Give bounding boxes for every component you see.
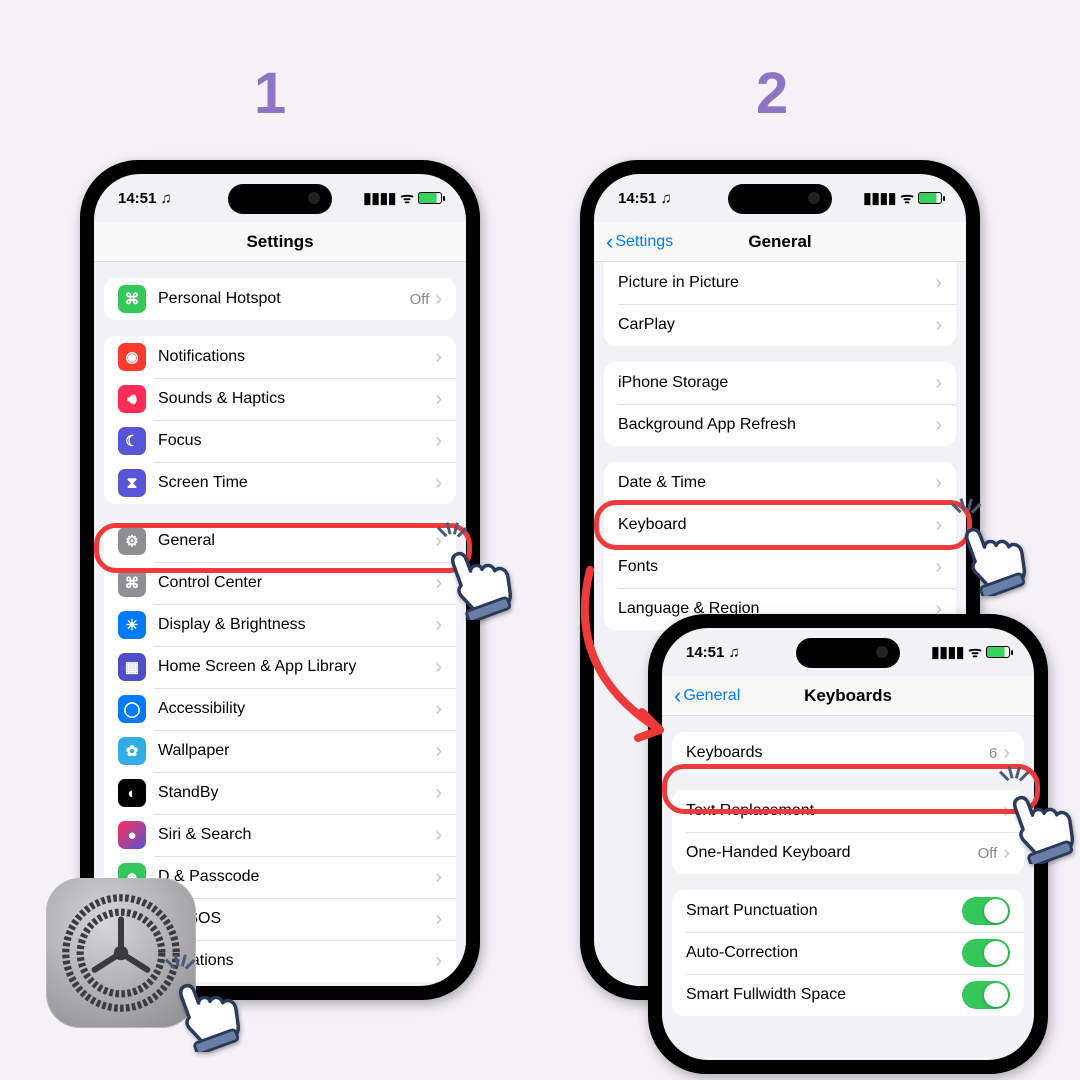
- row-siri[interactable]: ●Siri & Search›: [104, 814, 456, 856]
- grid-icon: ▦: [118, 653, 146, 681]
- wifi-icon: ᯤ: [400, 188, 414, 208]
- headphone-icon: ♫: [161, 190, 172, 207]
- sliders-icon: ⌘: [118, 569, 146, 597]
- bell-icon: ◉: [118, 343, 146, 371]
- link-icon: ⌘: [118, 285, 146, 313]
- row-one-handed[interactable]: One-Handed KeyboardOff›: [672, 832, 1024, 874]
- row-home-screen[interactable]: ▦Home Screen & App Library›: [104, 646, 456, 688]
- step-number-1: 1: [254, 60, 286, 127]
- row-notifications[interactable]: ◉Notifications›: [104, 336, 456, 378]
- row-keyboards[interactable]: Keyboards6›: [672, 732, 1024, 774]
- gear-icon: ⚙︎: [118, 527, 146, 555]
- row-standby[interactable]: ◐StandBy›: [104, 772, 456, 814]
- row-keyboard[interactable]: Keyboard›: [604, 504, 956, 546]
- gear-icon: [61, 893, 181, 1013]
- settings-group: Date & Time› Keyboard› Fonts› Language &…: [604, 462, 956, 630]
- signal-icon: ▮▮▮▮: [363, 189, 396, 207]
- navbar: ‹General Keyboards: [662, 676, 1034, 716]
- sun-icon: ☀︎: [118, 611, 146, 639]
- row-smart-fullwidth[interactable]: Smart Fullwidth Space: [672, 974, 1024, 1016]
- row-pip[interactable]: Picture in Picture›: [604, 262, 956, 304]
- settings-group: iPhone Storage› Background App Refresh›: [604, 362, 956, 446]
- row-sounds[interactable]: 🔊︎Sounds & Haptics›: [104, 378, 456, 420]
- row-wallpaper[interactable]: ✿Wallpaper›: [104, 730, 456, 772]
- settings-group: ⌘Personal HotspotOff›: [104, 278, 456, 320]
- back-button[interactable]: ‹Settings: [606, 229, 673, 255]
- row-accessibility[interactable]: ◯Accessibility›: [104, 688, 456, 730]
- row-text-replacement[interactable]: Text Replacement›: [672, 790, 1024, 832]
- row-screen-time[interactable]: ⧗Screen Time›: [104, 462, 456, 504]
- settings-group: Smart Punctuation Auto-Correction Smart …: [672, 890, 1024, 1016]
- row-date-time[interactable]: Date & Time›: [604, 462, 956, 504]
- navbar: ‹Settings General: [594, 222, 966, 262]
- phone-frame-3: 14:51 ♫ ▮▮▮▮ᯤ ‹General Keyboards Keyboar…: [648, 614, 1048, 1074]
- phone-frame-1: 14:51 ♫ ▮▮▮▮ᯤ Settings ⌘Personal Hotspot…: [80, 160, 480, 1000]
- toggle-switch[interactable]: [962, 939, 1010, 967]
- moon-icon: ☾: [118, 427, 146, 455]
- row-focus[interactable]: ☾Focus›: [104, 420, 456, 462]
- row-iphone-storage[interactable]: iPhone Storage›: [604, 362, 956, 404]
- battery-icon: [418, 192, 442, 204]
- row-display[interactable]: ☀︎Display & Brightness›: [104, 604, 456, 646]
- person-icon: ◯: [118, 695, 146, 723]
- step-number-2: 2: [756, 60, 788, 127]
- speaker-icon: 🔊︎: [118, 385, 146, 413]
- row-carplay[interactable]: CarPlay›: [604, 304, 956, 346]
- toggle-switch[interactable]: [962, 981, 1010, 1009]
- row-smart-punctuation[interactable]: Smart Punctuation: [672, 890, 1024, 932]
- settings-group: Picture in Picture› CarPlay›: [604, 262, 956, 346]
- page-title: Keyboards: [804, 686, 892, 706]
- dynamic-island: [228, 184, 332, 214]
- page-title: Settings: [246, 232, 313, 252]
- settings-group: Keyboards6›: [672, 732, 1024, 774]
- siri-icon: ●: [118, 821, 146, 849]
- flower-icon: ✿: [118, 737, 146, 765]
- back-button[interactable]: ‹General: [674, 683, 740, 709]
- chevron-icon: ›: [435, 288, 442, 311]
- row-personal-hotspot[interactable]: ⌘Personal HotspotOff›: [104, 278, 456, 320]
- row-general[interactable]: ⚙︎General›: [104, 520, 456, 562]
- dynamic-island: [728, 184, 832, 214]
- hourglass-icon: ⧗: [118, 469, 146, 497]
- standby-icon: ◐: [118, 779, 146, 807]
- row-fonts[interactable]: Fonts›: [604, 546, 956, 588]
- settings-group: Text Replacement› One-Handed KeyboardOff…: [672, 790, 1024, 874]
- row-control-center[interactable]: ⌘Control Center›: [104, 562, 456, 604]
- page-title: General: [748, 232, 811, 252]
- dynamic-island: [796, 638, 900, 668]
- toggle-switch[interactable]: [962, 897, 1010, 925]
- row-bg-refresh[interactable]: Background App Refresh›: [604, 404, 956, 446]
- settings-group: ◉Notifications› 🔊︎Sounds & Haptics› ☾Foc…: [104, 336, 456, 504]
- navbar: Settings: [94, 222, 466, 262]
- row-auto-correction[interactable]: Auto-Correction: [672, 932, 1024, 974]
- settings-app-icon[interactable]: [46, 878, 196, 1028]
